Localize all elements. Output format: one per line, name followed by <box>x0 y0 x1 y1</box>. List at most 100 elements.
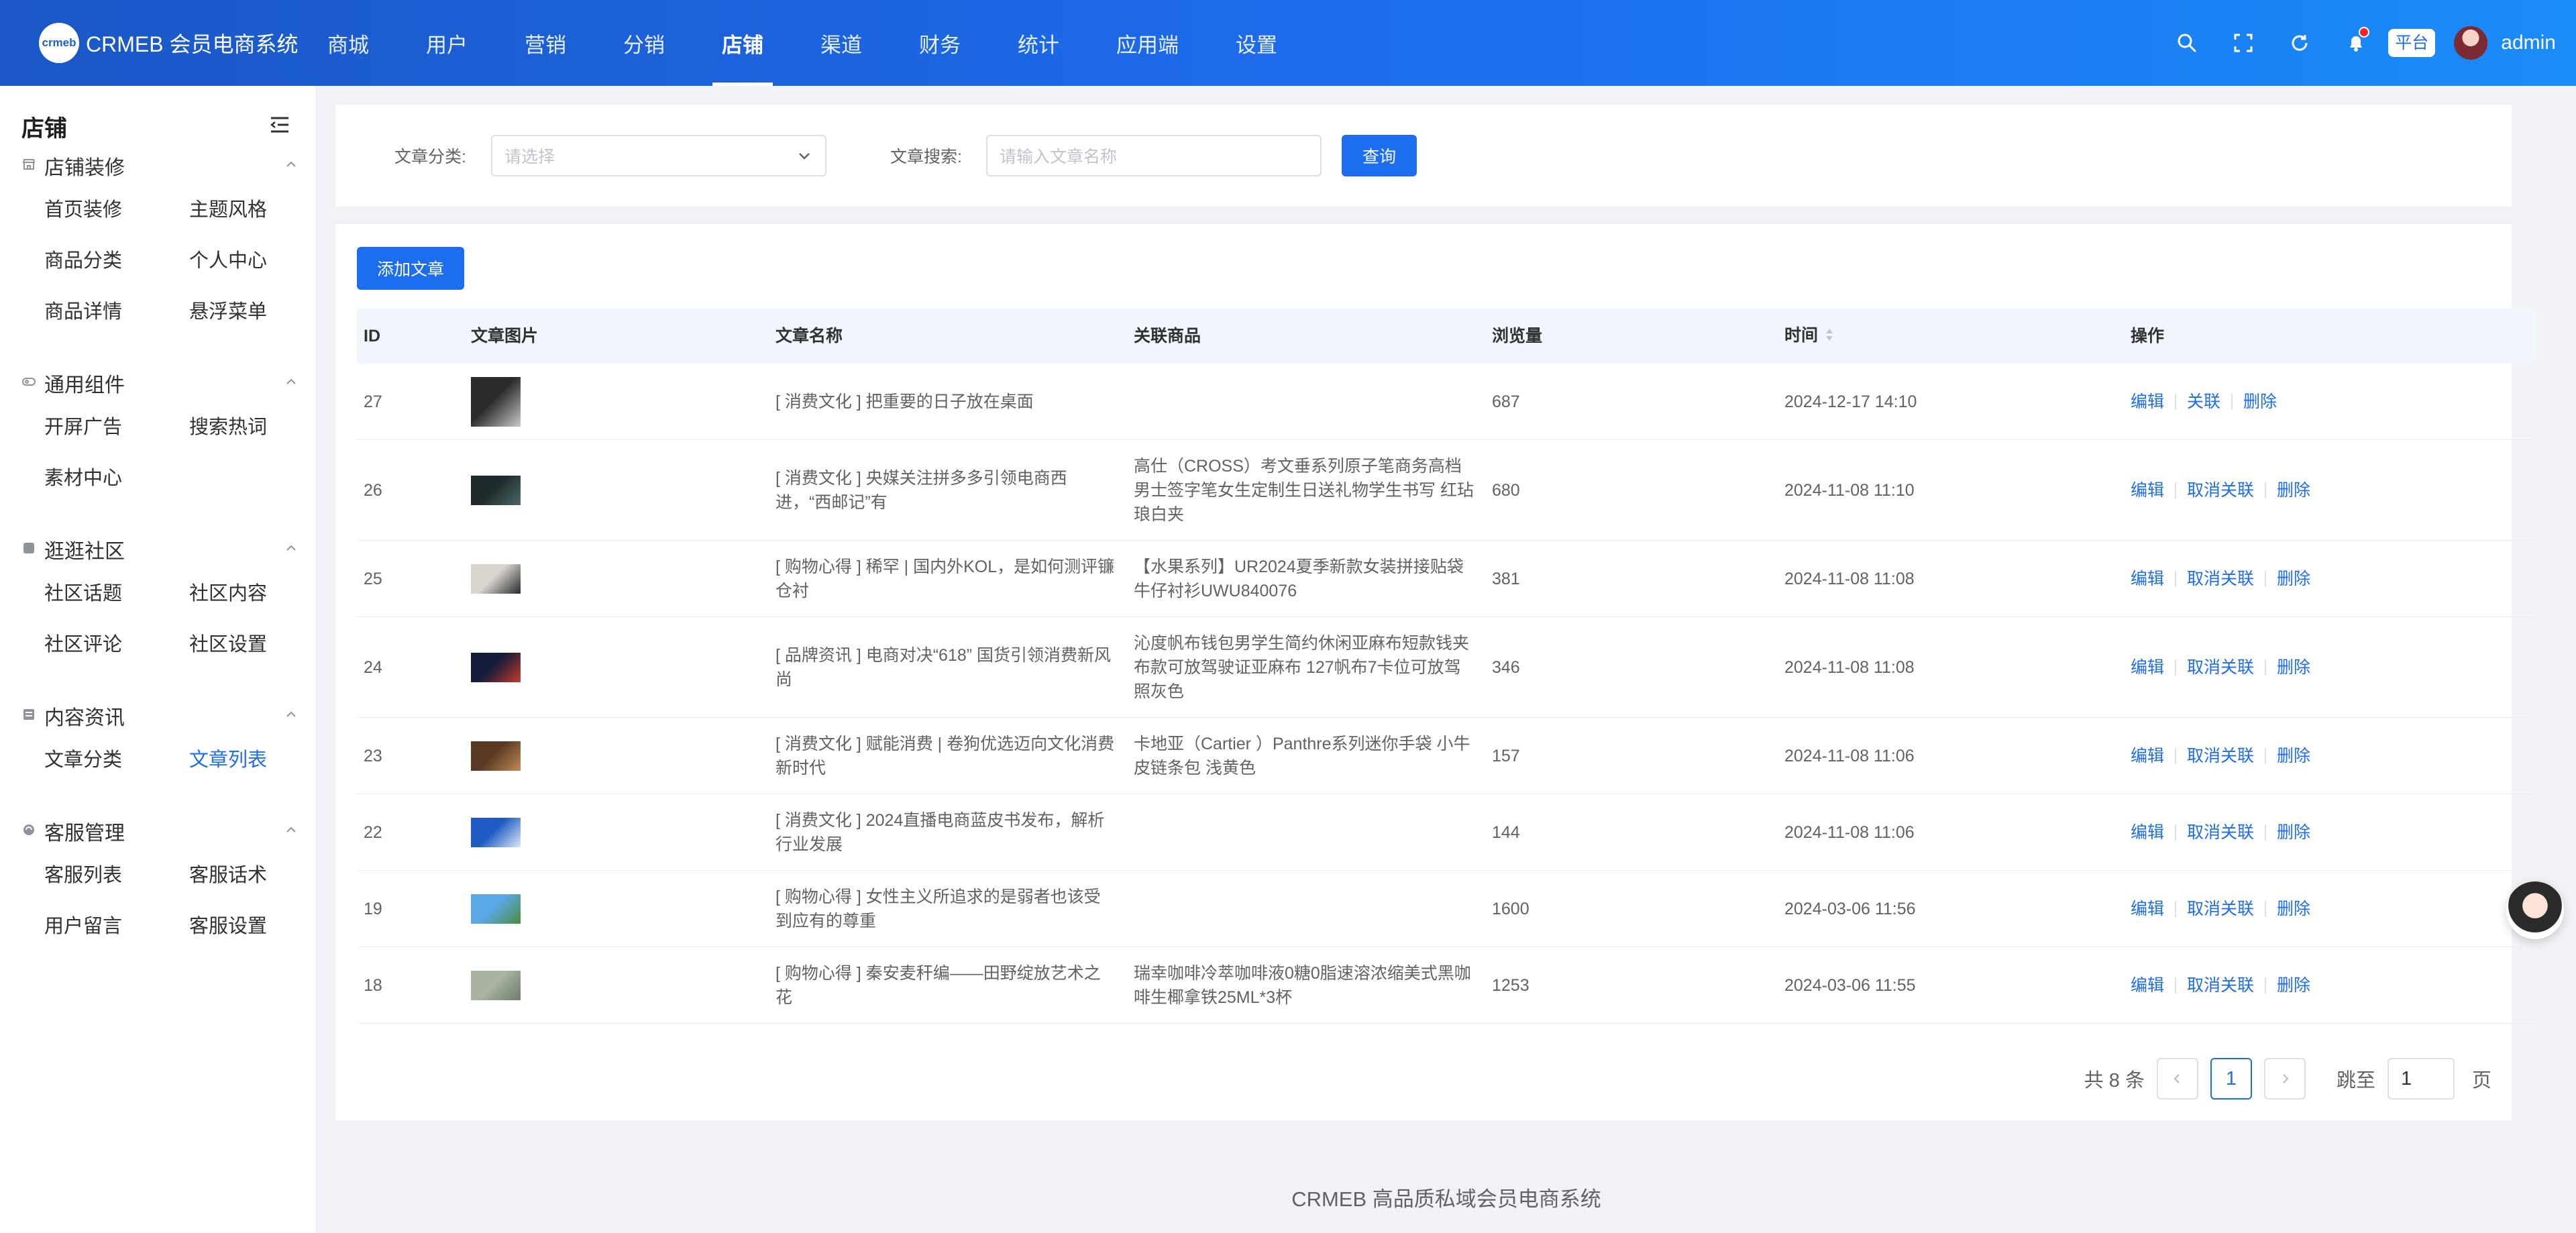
sidebar-group-items: 社区话题 社区内容 社区评论 社区设置 <box>21 566 298 668</box>
sidebar-item[interactable]: 素材中心 <box>44 451 189 502</box>
delete-link[interactable]: 删除 <box>2277 897 2310 921</box>
image-cell <box>464 564 769 594</box>
sidebar-item[interactable]: 搜索热词 <box>189 400 321 451</box>
search-icon[interactable] <box>2172 28 2202 58</box>
sidebar-group-header[interactable]: 通用组件 <box>21 366 298 400</box>
article-search-input[interactable]: 请输入文章名称 <box>986 135 1322 176</box>
username[interactable]: admin <box>2501 32 2556 54</box>
unrelate-link[interactable]: 取消关联 <box>2187 478 2254 502</box>
sidebar-item[interactable]: 商品分类 <box>44 233 189 284</box>
article-thumbnail[interactable] <box>471 376 521 427</box>
unrelate-link[interactable]: 取消关联 <box>2187 744 2254 768</box>
unrelate-link[interactable]: 取消关联 <box>2187 567 2254 591</box>
edit-link[interactable]: 编辑 <box>2131 820 2164 845</box>
delete-link[interactable]: 删除 <box>2277 820 2310 845</box>
nav-item[interactable]: 营销 <box>510 0 581 86</box>
delete-link[interactable]: 删除 <box>2277 567 2310 591</box>
nav-item[interactable]: 财务 <box>904 0 975 86</box>
nav-item[interactable]: 设置 <box>1221 0 1292 86</box>
unrelate-link[interactable]: 取消关联 <box>2187 897 2254 921</box>
article-thumbnail[interactable] <box>471 475 521 505</box>
sidebar-item[interactable]: 开屏广告 <box>44 400 189 451</box>
sidebar-item[interactable]: 社区内容 <box>189 566 321 617</box>
nav-item[interactable]: 应用端 <box>1102 0 1193 86</box>
nav-item-label: 渠道 <box>820 33 862 57</box>
logo[interactable]: crmeb CRMEB 会员电商系统 <box>39 23 298 63</box>
chevron-up-icon[interactable] <box>284 823 298 840</box>
jump-page-input[interactable]: 1 <box>2387 1058 2455 1100</box>
collapse-menu-icon[interactable] <box>270 116 290 137</box>
edit-link[interactable]: 编辑 <box>2131 744 2164 768</box>
sidebar-item[interactable]: 悬浮菜单 <box>189 284 321 335</box>
article-thumbnail[interactable] <box>471 817 521 847</box>
sidebar-item[interactable]: 社区话题 <box>44 566 189 617</box>
relate-link[interactable]: 关联 <box>2187 390 2220 414</box>
related-goods-cell: 【水果系列】UR2024夏季新款女装拼接贴袋牛仔衬衫UWU840076 <box>1134 557 1464 600</box>
nav-item[interactable]: 统计 <box>1003 0 1074 86</box>
sidebar-group-heading: 逛逛社区 <box>21 535 125 564</box>
edit-link[interactable]: 编辑 <box>2131 478 2164 502</box>
sidebar-item[interactable]: 社区设置 <box>189 617 321 668</box>
sidebar-item[interactable]: 用户留言 <box>44 899 189 950</box>
sidebar-item[interactable]: 社区评论 <box>44 617 189 668</box>
nav-item[interactable]: 用户 <box>411 0 482 86</box>
delete-link[interactable]: 删除 <box>2277 478 2310 502</box>
sidebar-item[interactable]: 文章列表 <box>189 733 321 784</box>
page-number[interactable]: 1 <box>2210 1058 2252 1100</box>
edit-link[interactable]: 编辑 <box>2131 390 2164 414</box>
refresh-icon[interactable] <box>2285 28 2314 58</box>
sidebar-item[interactable]: 文章分类 <box>44 733 189 784</box>
delete-link[interactable]: 删除 <box>2277 744 2310 768</box>
sort-icon[interactable] <box>1825 325 1834 349</box>
divider <box>2265 824 2267 841</box>
chevron-up-icon[interactable] <box>284 541 298 558</box>
article-thumbnail[interactable] <box>471 970 521 1000</box>
sidebar-group-header[interactable]: 店铺装修 <box>21 149 298 182</box>
add-article-button[interactable]: 添加文章 <box>357 247 464 290</box>
sidebar-group-header[interactable]: 内容资讯 <box>21 699 298 733</box>
unrelate-link[interactable]: 取消关联 <box>2187 655 2254 680</box>
column-header: 浏览量 <box>1485 324 1778 348</box>
unrelate-link[interactable]: 取消关联 <box>2187 820 2254 845</box>
article-thumbnail[interactable] <box>471 894 521 924</box>
article-thumbnail[interactable] <box>471 741 521 771</box>
bell-icon[interactable] <box>2341 27 2371 58</box>
nav-item[interactable]: 商城 <box>313 0 384 86</box>
sidebar-item[interactable]: 主题风格 <box>189 182 321 233</box>
chevron-up-icon[interactable] <box>284 375 298 392</box>
edit-link[interactable]: 编辑 <box>2131 973 2164 998</box>
edit-link[interactable]: 编辑 <box>2131 655 2164 680</box>
sidebar-group-header[interactable]: 客服管理 <box>21 814 298 848</box>
article-name-cell: [ 消费文化 ] 赋能消费 | 卷狗优选迈向文化消费新时代 <box>775 734 1115 778</box>
platform-badge[interactable]: 平台 <box>2388 29 2436 57</box>
delete-link[interactable]: 删除 <box>2277 655 2310 680</box>
edit-link[interactable]: 编辑 <box>2131 567 2164 591</box>
sidebar-item[interactable]: 商品详情 <box>44 284 189 335</box>
edit-link[interactable]: 编辑 <box>2131 897 2164 921</box>
sidebar-item[interactable]: 首页装修 <box>44 182 189 233</box>
sidebar-item[interactable]: 客服设置 <box>189 899 321 950</box>
sidebar-item[interactable]: 客服列表 <box>44 848 189 899</box>
chevron-up-icon[interactable] <box>284 708 298 725</box>
prev-page-button[interactable] <box>2156 1058 2198 1100</box>
nav-item[interactable]: 渠道 <box>806 0 877 86</box>
user-avatar[interactable] <box>2454 26 2488 60</box>
nav-item[interactable]: 分销 <box>608 0 680 86</box>
time-cell: 2024-12-17 14:10 <box>1784 392 1917 411</box>
delete-link[interactable]: 删除 <box>2277 973 2310 998</box>
article-thumbnail[interactable] <box>471 564 521 594</box>
category-select[interactable]: 请选择 <box>491 135 826 176</box>
sidebar-item[interactable]: 个人中心 <box>189 233 321 284</box>
article-thumbnail[interactable] <box>471 652 521 682</box>
next-page-button[interactable] <box>2263 1058 2306 1100</box>
chevron-up-icon[interactable] <box>284 158 298 174</box>
delete-link[interactable]: 删除 <box>2243 390 2277 414</box>
unrelate-link[interactable]: 取消关联 <box>2187 973 2254 998</box>
fullscreen-icon[interactable] <box>2229 28 2258 58</box>
query-button[interactable]: 查询 <box>1342 135 1417 176</box>
sidebar-group-header[interactable]: 逛逛社区 <box>21 533 298 566</box>
sidebar-item[interactable]: 客服话术 <box>189 848 321 899</box>
customer-service-avatar[interactable] <box>2506 881 2564 939</box>
nav-item[interactable]: 店铺 <box>707 0 778 86</box>
views-cell: 381 <box>1492 569 1520 588</box>
